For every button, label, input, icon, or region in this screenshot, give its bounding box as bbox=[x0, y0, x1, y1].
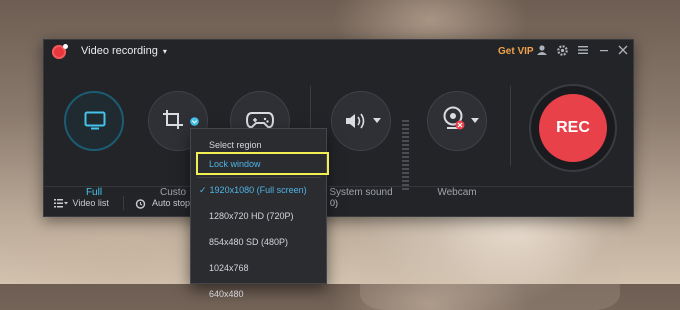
video-list-label: Video list bbox=[72, 198, 109, 208]
system-sound-button[interactable] bbox=[331, 91, 391, 151]
gamepad-icon bbox=[246, 110, 274, 130]
rec-button[interactable]: REC bbox=[539, 94, 607, 162]
menu-icon[interactable] bbox=[577, 44, 589, 56]
mode-selector[interactable]: Video recording ▾ bbox=[81, 45, 167, 57]
title-bar: Video recording ▾ Get VIP bbox=[44, 40, 633, 64]
user-icon[interactable] bbox=[536, 44, 548, 56]
crop-icon bbox=[162, 109, 184, 131]
bottom-toolbar: Video list Auto stop ( 0) bbox=[44, 186, 633, 219]
chevron-down-icon bbox=[190, 117, 199, 126]
chevron-down-icon bbox=[373, 118, 381, 124]
menu-item-label: 1920x1080 (Full screen) bbox=[209, 185, 307, 195]
divider bbox=[123, 196, 124, 210]
chevron-down-icon bbox=[471, 118, 479, 124]
rec-button-ring: REC bbox=[529, 84, 617, 172]
auto-stop-button[interactable]: Auto stop ( bbox=[135, 198, 196, 209]
alarm-clock-icon bbox=[135, 198, 146, 209]
list-icon bbox=[54, 199, 68, 208]
minimize-icon[interactable] bbox=[598, 44, 610, 56]
monitor-icon bbox=[84, 111, 106, 131]
checkmark-icon: ✓ bbox=[199, 185, 207, 195]
get-vip-link[interactable]: Get VIP bbox=[498, 46, 534, 57]
chevron-down-icon: ▾ bbox=[162, 47, 167, 56]
lock-window-highlight bbox=[196, 152, 329, 175]
app-logo-icon bbox=[52, 44, 68, 59]
recorder-window: Video recording ▾ Get VIP Full Custo Sys… bbox=[43, 39, 634, 217]
full-screen-button[interactable] bbox=[64, 91, 124, 151]
video-list-button[interactable]: Video list bbox=[54, 198, 109, 208]
speaker-icon bbox=[344, 111, 368, 131]
divider bbox=[510, 86, 511, 166]
menu-item-select-region[interactable]: Select region bbox=[209, 140, 262, 150]
window-title: Video recording bbox=[81, 45, 158, 57]
volume-meter bbox=[402, 120, 409, 192]
webcam-icon bbox=[442, 106, 468, 134]
menu-item-640x480[interactable]: 640x480 bbox=[209, 289, 244, 299]
partial-value: 0) bbox=[330, 198, 339, 208]
menu-item-1920x1080[interactable]: ✓ 1920x1080 (Full screen) bbox=[199, 185, 307, 196]
webcam-button[interactable] bbox=[427, 91, 487, 151]
menu-item-1024x768[interactable]: 1024x768 bbox=[209, 263, 249, 273]
menu-item-854x480[interactable]: 854x480 SD (480P) bbox=[209, 237, 288, 247]
menu-separator bbox=[197, 177, 321, 178]
menu-item-1280x720[interactable]: 1280x720 HD (720P) bbox=[209, 211, 294, 221]
gear-icon[interactable] bbox=[556, 44, 569, 57]
close-icon[interactable] bbox=[617, 44, 629, 56]
